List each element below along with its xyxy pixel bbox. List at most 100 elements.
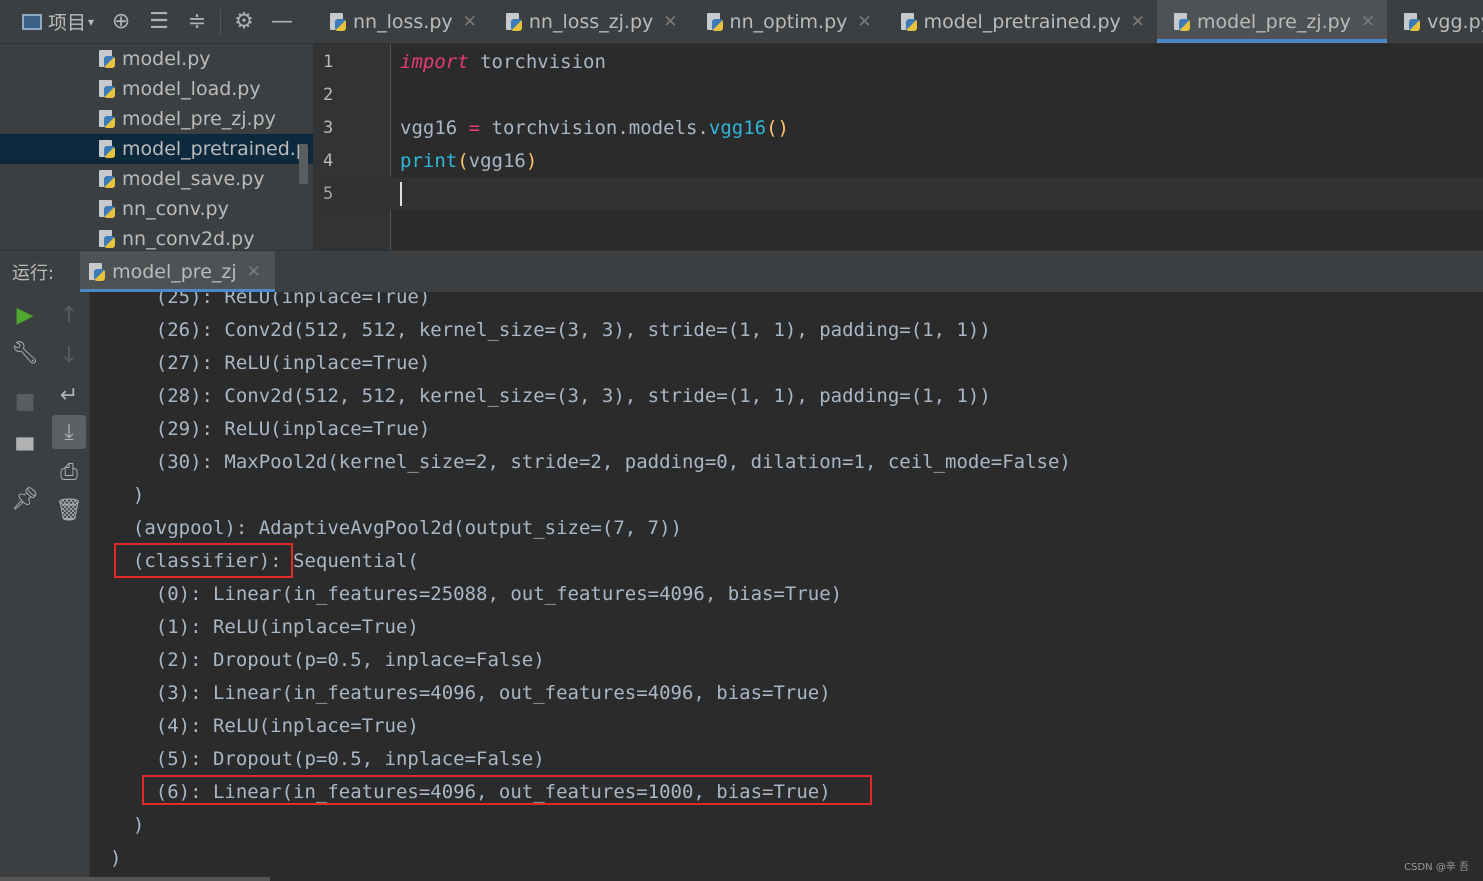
hide-panel-icon[interactable]: — [263, 0, 301, 44]
run-label: 运行: [12, 262, 55, 284]
pin-icon[interactable]: 📌︎ [8, 482, 42, 516]
tree-scrollbar[interactable] [299, 144, 308, 184]
tree-item-model-py[interactable]: model.py [0, 44, 313, 74]
trash-icon[interactable]: 🗑︎ [52, 493, 86, 527]
python-file-icon [98, 109, 116, 129]
console-line: (26): Conv2d(512, 512, kernel_size=(3, 3… [110, 318, 991, 341]
close-icon[interactable]: ✕ [857, 12, 871, 32]
down-arrow-icon[interactable]: ↓ [52, 338, 86, 372]
python-file-icon [900, 12, 918, 32]
python-file-icon [329, 12, 347, 32]
tree-item-nn-conv2d-py[interactable]: nn_conv2d.py [0, 224, 313, 250]
python-file-icon [1403, 12, 1421, 32]
expand-all-icon[interactable]: ☰ [140, 0, 178, 44]
function-call: vgg16 [708, 116, 767, 139]
console-line: (1): ReLU(inplace=True) [110, 615, 419, 638]
console-line: ) [110, 813, 145, 836]
tab-model-pre-zj[interactable]: model_pre_zj.py ✕ [1157, 0, 1388, 43]
stop-icon[interactable]: ■ [8, 384, 42, 418]
tab-model-pretrained[interactable]: model_pretrained.py ✕ [884, 0, 1157, 43]
python-file-icon [98, 139, 116, 159]
run-tool-window-header: 运行: model_pre_zj ✕ [0, 250, 1483, 292]
python-file-icon [1173, 12, 1191, 32]
bottom-scrollbar[interactable] [0, 877, 270, 881]
close-icon[interactable]: ✕ [463, 12, 477, 32]
tree-item-label: model_save.py [122, 168, 265, 190]
tree-item-label: model_pre_zj.py [122, 108, 276, 130]
tab-label: nn_loss_zj.py [528, 10, 654, 33]
close-icon[interactable]: ✕ [663, 12, 677, 32]
code-line[interactable]: 2 [313, 78, 1483, 111]
layout-icon[interactable]: ▀ [8, 434, 42, 468]
line-number: 1 [323, 51, 334, 72]
tree-item-model-load-py[interactable]: model_load.py [0, 74, 313, 104]
project-tree: model.py model_load.py model_pre_zj.py m… [0, 44, 313, 250]
project-toolbar: 项目 ▾ ⊕ ☰ ≑ ⚙ — [0, 0, 313, 44]
close-icon[interactable]: ✕ [1361, 12, 1375, 32]
console-line: (27): ReLU(inplace=True) [110, 351, 431, 374]
tree-item-label: model_load.py [122, 78, 261, 100]
run-toolbar-secondary: ↑ ↓ ↵ ⤓ ⎙ 🗑︎ [48, 292, 90, 881]
scroll-to-end-icon[interactable]: ⤓ [52, 415, 86, 449]
text-cursor [400, 181, 402, 206]
close-icon[interactable]: ✕ [1131, 12, 1145, 32]
python-run-icon [88, 262, 106, 282]
python-file-icon [98, 199, 116, 219]
code-line-current[interactable]: 5 [313, 177, 1483, 210]
tab-vgg[interactable]: vgg.py✕ [1387, 0, 1483, 43]
tree-item-model-pretrained-py[interactable]: model_pretrained.p [0, 134, 313, 164]
tab-nn-loss[interactable]: nn_loss.py ✕ [313, 0, 489, 43]
run-tab-label: model_pre_zj [112, 260, 237, 283]
highlight-box-final-linear [142, 775, 872, 805]
console-line: (3): Linear(in_features=4096, out_featur… [110, 681, 831, 704]
project-folder-icon [22, 13, 42, 30]
wrench-icon[interactable]: 🔧︎ [8, 336, 42, 370]
project-view-dropdown[interactable]: 项目 ▾ [0, 0, 102, 44]
console-line: (0): Linear(in_features=25088, out_featu… [110, 582, 843, 605]
tab-nn-optim[interactable]: nn_optim.py ✕ [690, 0, 884, 43]
run-console-output[interactable]: (25): ReLU(inplace=True) (26): Conv2d(51… [90, 292, 1483, 881]
code-editor[interactable]: 1 import torchvision 2 3 vgg16 = torchvi… [313, 44, 1483, 250]
locate-file-icon[interactable]: ⊕ [102, 0, 140, 44]
console-line: (25): ReLU(inplace=True) [110, 292, 431, 308]
tree-item-label: nn_conv.py [122, 198, 229, 220]
console-line: (2): Dropout(p=0.5, inplace=False) [110, 648, 545, 671]
console-line: (5): Dropout(p=0.5, inplace=False) [110, 747, 545, 770]
tree-item-label: model.py [122, 48, 211, 70]
argument: vgg16 [468, 149, 526, 172]
assign-operator: = [468, 116, 481, 139]
collapse-all-icon[interactable]: ≑ [178, 0, 216, 44]
code-line[interactable]: 4 print(vgg16) [313, 144, 1483, 177]
builtin-print: print [400, 149, 458, 172]
print-icon[interactable]: ⎙ [52, 455, 86, 489]
module-path: torchvision.models. [480, 116, 709, 139]
rerun-icon[interactable]: ▶ [8, 298, 42, 332]
code-line[interactable]: 3 vgg16 = torchvision.models.vgg16() [313, 111, 1483, 144]
console-line: ) [110, 846, 122, 869]
line-number: 2 [323, 84, 334, 105]
console-line: (30): MaxPool2d(kernel_size=2, stride=2,… [110, 450, 1071, 473]
tree-item-nn-conv-py[interactable]: nn_conv.py [0, 194, 313, 224]
tab-nn-loss-zj[interactable]: nn_loss_zj.py ✕ [489, 0, 690, 43]
console-line: (avgpool): AdaptiveAvgPool2d(output_size… [110, 516, 682, 539]
console-line: ) [110, 483, 145, 506]
gear-icon[interactable]: ⚙ [225, 0, 263, 44]
tree-item-label: nn_conv2d.py [122, 228, 255, 250]
highlight-box-classifier [114, 543, 293, 578]
code-line[interactable]: 1 import torchvision [313, 45, 1483, 78]
tab-label: model_pre_zj.py [1197, 10, 1351, 33]
run-tab[interactable]: model_pre_zj ✕ [80, 251, 275, 292]
up-arrow-icon[interactable]: ↑ [52, 298, 86, 332]
soft-wrap-icon[interactable]: ↵ [52, 378, 86, 412]
line-number: 3 [323, 117, 334, 138]
tab-label: nn_loss.py [353, 10, 453, 33]
tab-label: model_pretrained.py [923, 10, 1121, 33]
python-file-icon [98, 169, 116, 189]
parentheses: () [766, 116, 789, 139]
tree-item-model-pre-zj-py[interactable]: model_pre_zj.py [0, 104, 313, 134]
line-number: 4 [323, 150, 334, 171]
python-file-icon [706, 12, 724, 32]
tree-item-model-save-py[interactable]: model_save.py [0, 164, 313, 194]
line-number: 5 [323, 183, 334, 204]
close-icon[interactable]: ✕ [247, 262, 261, 282]
